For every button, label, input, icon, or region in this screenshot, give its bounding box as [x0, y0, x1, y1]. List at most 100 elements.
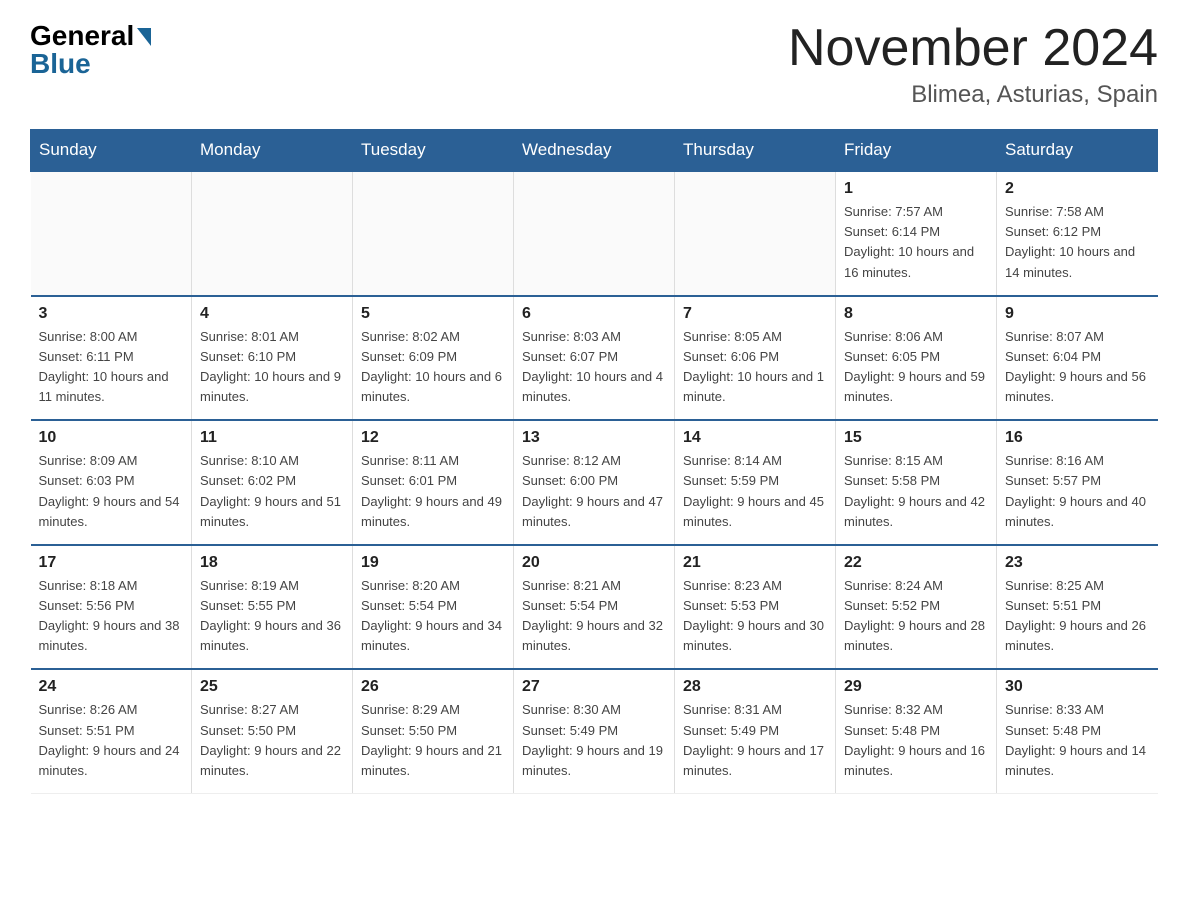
- day-info: Sunrise: 8:02 AMSunset: 6:09 PMDaylight:…: [361, 327, 505, 408]
- header-day-monday: Monday: [192, 130, 353, 172]
- day-number: 2: [1005, 180, 1150, 198]
- day-info: Sunrise: 8:11 AMSunset: 6:01 PMDaylight:…: [361, 451, 505, 532]
- calendar-cell: 26 Sunrise: 8:29 AMSunset: 5:50 PMDayligh…: [353, 669, 514, 793]
- day-number: 23: [1005, 554, 1150, 572]
- day-number: 18: [200, 554, 344, 572]
- day-info: Sunrise: 8:01 AMSunset: 6:10 PMDaylight:…: [200, 327, 344, 408]
- day-info: Sunrise: 8:18 AMSunset: 5:56 PMDaylight:…: [39, 576, 184, 657]
- location-subtitle: Blimea, Asturias, Spain: [788, 81, 1158, 109]
- calendar-cell: 28 Sunrise: 8:31 AMSunset: 5:49 PMDayligh…: [675, 669, 836, 793]
- calendar-cell: [31, 171, 192, 296]
- logo-arrow-icon: [137, 28, 151, 46]
- day-info: Sunrise: 8:06 AMSunset: 6:05 PMDaylight:…: [844, 327, 988, 408]
- day-number: 26: [361, 678, 505, 696]
- day-info: Sunrise: 8:24 AMSunset: 5:52 PMDaylight:…: [844, 576, 988, 657]
- calendar-cell: 21 Sunrise: 8:23 AMSunset: 5:53 PMDayligh…: [675, 545, 836, 670]
- day-info: Sunrise: 8:14 AMSunset: 5:59 PMDaylight:…: [683, 451, 827, 532]
- week-row-1: 1Sunrise: 7:57 AMSunset: 6:14 PMDaylight…: [31, 171, 1158, 296]
- day-info: Sunrise: 8:09 AMSunset: 6:03 PMDaylight:…: [39, 451, 184, 532]
- header-day-thursday: Thursday: [675, 130, 836, 172]
- header-day-friday: Friday: [836, 130, 997, 172]
- day-info: Sunrise: 8:07 AMSunset: 6:04 PMDaylight:…: [1005, 327, 1150, 408]
- calendar-cell: 1Sunrise: 7:57 AMSunset: 6:14 PMDaylight…: [836, 171, 997, 296]
- calendar-cell: 22 Sunrise: 8:24 AMSunset: 5:52 PMDayligh…: [836, 545, 997, 670]
- day-number: 7: [683, 305, 827, 323]
- day-info: Sunrise: 8:27 AMSunset: 5:50 PMDaylight:…: [200, 700, 344, 781]
- day-number: 14: [683, 429, 827, 447]
- day-number: 19: [361, 554, 505, 572]
- day-info: Sunrise: 8:21 AMSunset: 5:54 PMDaylight:…: [522, 576, 666, 657]
- header-day-tuesday: Tuesday: [353, 130, 514, 172]
- calendar-cell: 9 Sunrise: 8:07 AMSunset: 6:04 PMDaylight…: [997, 296, 1158, 421]
- day-number: 22: [844, 554, 988, 572]
- day-number: 10: [39, 429, 184, 447]
- calendar-cell: 11Sunrise: 8:10 AMSunset: 6:02 PMDayligh…: [192, 420, 353, 545]
- week-row-4: 17 Sunrise: 8:18 AMSunset: 5:56 PMDayligh…: [31, 545, 1158, 670]
- calendar-header: SundayMondayTuesdayWednesdayThursdayFrid…: [31, 130, 1158, 172]
- calendar-cell: 18 Sunrise: 8:19 AMSunset: 5:55 PMDayligh…: [192, 545, 353, 670]
- calendar-cell: 16Sunrise: 8:16 AMSunset: 5:57 PMDayligh…: [997, 420, 1158, 545]
- day-number: 17: [39, 554, 184, 572]
- calendar-cell: 25 Sunrise: 8:27 AMSunset: 5:50 PMDayligh…: [192, 669, 353, 793]
- calendar-table: SundayMondayTuesdayWednesdayThursdayFrid…: [30, 129, 1158, 794]
- day-number: 1: [844, 180, 988, 198]
- day-info: Sunrise: 7:58 AMSunset: 6:12 PMDaylight:…: [1005, 202, 1150, 283]
- day-number: 28: [683, 678, 827, 696]
- calendar-cell: 7Sunrise: 8:05 AMSunset: 6:06 PMDaylight…: [675, 296, 836, 421]
- week-row-3: 10 Sunrise: 8:09 AMSunset: 6:03 PMDayligh…: [31, 420, 1158, 545]
- day-info: Sunrise: 8:19 AMSunset: 5:55 PMDaylight:…: [200, 576, 344, 657]
- day-info: Sunrise: 8:03 AMSunset: 6:07 PMDaylight:…: [522, 327, 666, 408]
- calendar-cell: 6 Sunrise: 8:03 AMSunset: 6:07 PMDaylight…: [514, 296, 675, 421]
- day-info: Sunrise: 8:12 AMSunset: 6:00 PMDaylight:…: [522, 451, 666, 532]
- title-area: November 2024 Blimea, Asturias, Spain: [788, 20, 1158, 109]
- calendar-cell: 27 Sunrise: 8:30 AMSunset: 5:49 PMDayligh…: [514, 669, 675, 793]
- day-number: 5: [361, 305, 505, 323]
- day-number: 3: [39, 305, 184, 323]
- header-day-saturday: Saturday: [997, 130, 1158, 172]
- calendar-cell: [192, 171, 353, 296]
- header-day-sunday: Sunday: [31, 130, 192, 172]
- calendar-cell: 13 Sunrise: 8:12 AMSunset: 6:00 PMDayligh…: [514, 420, 675, 545]
- calendar-cell: 29Sunrise: 8:32 AMSunset: 5:48 PMDayligh…: [836, 669, 997, 793]
- day-info: Sunrise: 8:26 AMSunset: 5:51 PMDaylight:…: [39, 700, 184, 781]
- day-number: 12: [361, 429, 505, 447]
- day-number: 25: [200, 678, 344, 696]
- day-info: Sunrise: 8:30 AMSunset: 5:49 PMDaylight:…: [522, 700, 666, 781]
- day-info: Sunrise: 8:32 AMSunset: 5:48 PMDaylight:…: [844, 700, 988, 781]
- calendar-cell: 10 Sunrise: 8:09 AMSunset: 6:03 PMDayligh…: [31, 420, 192, 545]
- day-number: 9: [1005, 305, 1150, 323]
- day-number: 21: [683, 554, 827, 572]
- calendar-cell: 17 Sunrise: 8:18 AMSunset: 5:56 PMDayligh…: [31, 545, 192, 670]
- day-info: Sunrise: 8:29 AMSunset: 5:50 PMDaylight:…: [361, 700, 505, 781]
- day-number: 30: [1005, 678, 1150, 696]
- calendar-cell: 4Sunrise: 8:01 AMSunset: 6:10 PMDaylight…: [192, 296, 353, 421]
- day-info: Sunrise: 8:25 AMSunset: 5:51 PMDaylight:…: [1005, 576, 1150, 657]
- calendar-body: 1Sunrise: 7:57 AMSunset: 6:14 PMDaylight…: [31, 171, 1158, 793]
- logo: General Blue: [30, 20, 151, 80]
- day-number: 27: [522, 678, 666, 696]
- calendar-cell: 12 Sunrise: 8:11 AMSunset: 6:01 PMDayligh…: [353, 420, 514, 545]
- day-info: Sunrise: 8:00 AMSunset: 6:11 PMDaylight:…: [39, 327, 184, 408]
- calendar-cell: [514, 171, 675, 296]
- month-year-title: November 2024: [788, 20, 1158, 77]
- calendar-cell: 20 Sunrise: 8:21 AMSunset: 5:54 PMDayligh…: [514, 545, 675, 670]
- calendar-cell: 14 Sunrise: 8:14 AMSunset: 5:59 PMDayligh…: [675, 420, 836, 545]
- day-number: 24: [39, 678, 184, 696]
- calendar-cell: [675, 171, 836, 296]
- day-number: 8: [844, 305, 988, 323]
- header: General Blue November 2024 Blimea, Astur…: [30, 20, 1158, 109]
- day-info: Sunrise: 8:23 AMSunset: 5:53 PMDaylight:…: [683, 576, 827, 657]
- day-number: 13: [522, 429, 666, 447]
- calendar-cell: 8 Sunrise: 8:06 AMSunset: 6:05 PMDaylight…: [836, 296, 997, 421]
- day-number: 6: [522, 305, 666, 323]
- header-row: SundayMondayTuesdayWednesdayThursdayFrid…: [31, 130, 1158, 172]
- day-number: 20: [522, 554, 666, 572]
- day-number: 16: [1005, 429, 1150, 447]
- day-info: Sunrise: 8:20 AMSunset: 5:54 PMDaylight:…: [361, 576, 505, 657]
- logo-blue-text: Blue: [30, 48, 91, 80]
- calendar-cell: 2 Sunrise: 7:58 AMSunset: 6:12 PMDaylight…: [997, 171, 1158, 296]
- day-info: Sunrise: 8:10 AMSunset: 6:02 PMDaylight:…: [200, 451, 344, 532]
- calendar-cell: 5 Sunrise: 8:02 AMSunset: 6:09 PMDaylight…: [353, 296, 514, 421]
- header-day-wednesday: Wednesday: [514, 130, 675, 172]
- day-info: Sunrise: 8:31 AMSunset: 5:49 PMDaylight:…: [683, 700, 827, 781]
